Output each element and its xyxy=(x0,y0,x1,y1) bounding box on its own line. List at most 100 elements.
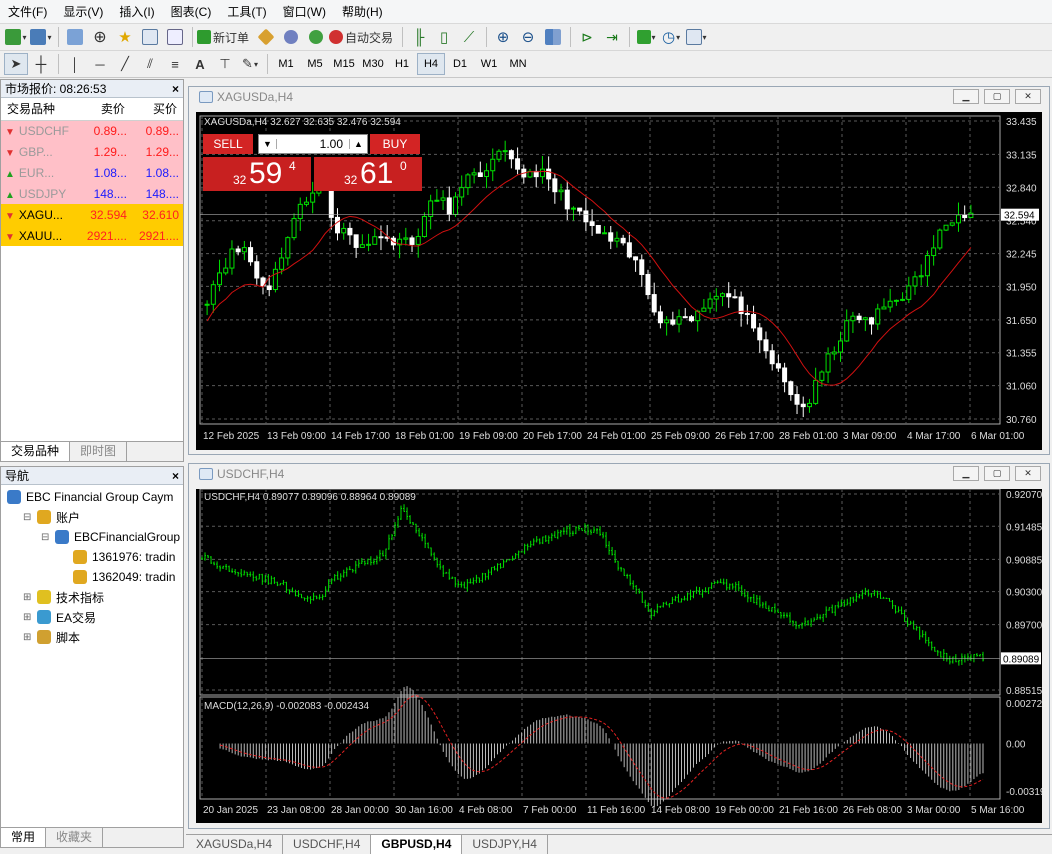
profiles-button[interactable]: ▾ xyxy=(29,26,53,48)
indicators-button[interactable]: ▾ xyxy=(634,26,658,48)
nav-item[interactable]: ⊞ 技术指标 xyxy=(1,587,183,607)
sell-button[interactable]: SELL xyxy=(203,134,253,154)
table-row[interactable]: ▼ GBP... 1.29... 1.29... xyxy=(1,141,183,162)
timeframe-w1[interactable]: W1 xyxy=(475,53,503,75)
chart-tab[interactable]: GBPUSD,H4 xyxy=(371,835,463,854)
column-header[interactable]: 卖价 xyxy=(78,98,131,121)
lot-increase-icon[interactable]: ▲ xyxy=(349,139,367,149)
timeframe-h1[interactable]: H1 xyxy=(388,53,416,75)
timeframe-h4[interactable]: H4 xyxy=(417,53,445,75)
market-watch-toggle-button[interactable] xyxy=(63,26,87,48)
expand-icon[interactable]: ⊟ xyxy=(23,512,35,523)
navigator-toggle-button[interactable]: ⊕ xyxy=(88,26,112,48)
chart-tab[interactable]: XAGUSDa,H4 xyxy=(186,835,284,854)
label-tool[interactable]: ⊤ xyxy=(213,53,237,75)
menu-item-6[interactable]: 帮助(H) xyxy=(334,1,391,23)
menu-item-5[interactable]: 窗口(W) xyxy=(275,1,334,23)
chart-canvas-usdchf[interactable]: 0.92070 0.91485 0.90885 0.90300 0.89700 0.885… xyxy=(196,488,1051,823)
tab-0[interactable]: 常用 xyxy=(1,828,47,847)
horizontal-line-tool[interactable]: ─ xyxy=(88,53,112,75)
chart-tab[interactable]: USDCHF,H4 xyxy=(283,835,372,854)
menu-item-3[interactable]: 图表(C) xyxy=(163,1,220,23)
nav-item[interactable]: ⊞ EA交易 xyxy=(1,607,183,627)
new-order-button[interactable]: 新订单 xyxy=(197,26,253,48)
shapes-tool[interactable]: ✎ ▾ xyxy=(238,53,262,75)
expand-icon[interactable]: ⊞ xyxy=(23,592,35,603)
tab-0[interactable]: 交易品种 xyxy=(1,442,71,461)
menu-item-0[interactable]: 文件(F) xyxy=(0,1,55,23)
nav-item[interactable]: 1361976: tradin xyxy=(1,547,183,567)
favorites-button[interactable]: ★ xyxy=(113,26,137,48)
timeframe-mn[interactable]: MN xyxy=(504,53,532,75)
templates-button[interactable]: ▾ xyxy=(684,26,708,48)
maximize-button[interactable]: ▢ xyxy=(984,466,1010,481)
table-row[interactable]: ▲ EUR... 1.08... 1.08... xyxy=(1,162,183,183)
lot-decrease-icon[interactable]: ▼ xyxy=(259,139,277,149)
nav-item[interactable]: ⊟ 账户 xyxy=(1,507,183,527)
timeframe-m5[interactable]: M5 xyxy=(301,53,329,75)
autoscroll-button[interactable]: ⊳ xyxy=(575,26,599,48)
crosshair-tool[interactable]: ┼ xyxy=(29,53,53,75)
buy-price-box[interactable]: 32 61 0 xyxy=(314,157,422,191)
menu-item-2[interactable]: 插入(I) xyxy=(111,1,162,23)
close-icon[interactable]: × xyxy=(172,82,179,96)
arrow-down-icon: ▼ xyxy=(5,231,15,243)
minimize-button[interactable]: ▁ xyxy=(953,466,979,481)
fibonacci-tool[interactable]: ≡ xyxy=(163,53,187,75)
auto-trading-button[interactable]: 自动交易 xyxy=(329,26,397,48)
nav-item[interactable]: EBC Financial Group Caym xyxy=(1,487,183,507)
new-chart-button[interactable]: ▾ xyxy=(4,26,28,48)
metaeditor-button[interactable] xyxy=(254,26,278,48)
candlestick-button[interactable]: ▯ xyxy=(432,26,456,48)
buy-button[interactable]: BUY xyxy=(370,134,420,154)
vertical-line-tool[interactable]: │ xyxy=(63,53,87,75)
cursor-tool[interactable]: ➤ xyxy=(4,53,28,75)
column-header[interactable]: 交易品种 xyxy=(1,98,79,121)
candle-body xyxy=(515,158,521,170)
price-chart-usdchf[interactable]: 0.92070 0.91485 0.90885 0.90300 0.89700 0.885… xyxy=(196,488,1051,823)
column-header[interactable]: 买价 xyxy=(130,98,183,121)
channel-tool[interactable]: ⫽ xyxy=(138,53,162,75)
maximize-button[interactable]: ▢ xyxy=(984,89,1010,104)
close-button[interactable]: ✕ xyxy=(1015,89,1041,104)
timeframe-m1[interactable]: M1 xyxy=(272,53,300,75)
close-icon[interactable]: × xyxy=(172,469,179,483)
tab-1[interactable]: 收藏夹 xyxy=(46,828,104,847)
lot-value[interactable]: 1.00 xyxy=(277,137,349,151)
bar-chart-button[interactable]: ╟ xyxy=(407,26,431,48)
line-chart-button[interactable]: ⟋ xyxy=(457,26,481,48)
zoom-out-button[interactable]: ⊖ xyxy=(516,26,540,48)
minimize-button[interactable]: ▁ xyxy=(953,89,979,104)
tile-windows-button[interactable] xyxy=(541,26,565,48)
zoom-in-button[interactable]: ⊕ xyxy=(491,26,515,48)
periods-button[interactable]: ◷ ▾ xyxy=(659,26,683,48)
sell-price-box[interactable]: 32 59 4 xyxy=(203,157,311,191)
table-row[interactable]: ▼ XAUU... 2921.... 2921.... xyxy=(1,225,183,246)
timeframe-d1[interactable]: D1 xyxy=(446,53,474,75)
market-button[interactable] xyxy=(304,26,328,48)
text-tool[interactable]: A xyxy=(188,53,212,75)
nav-item[interactable]: 1362049: tradin xyxy=(1,567,183,587)
tab-1[interactable]: 即时图 xyxy=(70,442,128,461)
nav-item[interactable]: ⊞ 脚本 xyxy=(1,627,183,647)
chart-shift-button[interactable]: ⇥ xyxy=(600,26,624,48)
expand-icon[interactable]: ⊞ xyxy=(23,612,35,623)
chart-tab[interactable]: USDJPY,H4 xyxy=(462,835,548,854)
timeframe-m15[interactable]: M15 xyxy=(330,53,358,75)
trendline-tool[interactable]: ╱ xyxy=(113,53,137,75)
expand-icon[interactable]: ⊟ xyxy=(41,532,53,543)
lot-size-input[interactable]: ▼ 1.00 ▲ xyxy=(258,134,368,154)
table-row[interactable]: ▼ USDCHF 0.89... 0.89... xyxy=(1,120,183,141)
strategy-tester-button[interactable] xyxy=(163,26,187,48)
terminal-button[interactable] xyxy=(138,26,162,48)
menu-item-1[interactable]: 显示(V) xyxy=(55,1,111,23)
nav-item[interactable]: ⊟ EBCFinancialGroup xyxy=(1,527,183,547)
timeframe-m30[interactable]: M30 xyxy=(359,53,387,75)
expand-icon[interactable]: ⊞ xyxy=(23,632,35,643)
table-row[interactable]: ▲ USDJPY 148.... 148.... xyxy=(1,183,183,204)
close-button[interactable]: ✕ xyxy=(1015,466,1041,481)
candle-body xyxy=(341,227,347,234)
menu-item-4[interactable]: 工具(T) xyxy=(219,1,274,23)
table-row[interactable]: ▼ XAGU... 32.594 32.610 xyxy=(1,204,183,225)
signals-button[interactable] xyxy=(279,26,303,48)
